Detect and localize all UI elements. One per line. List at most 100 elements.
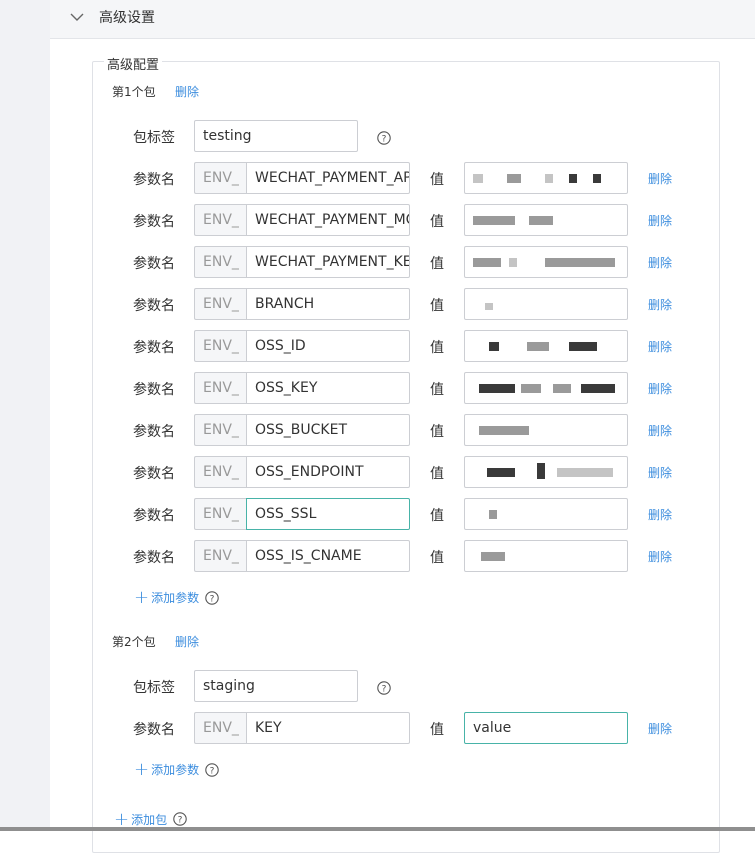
package-1-header: 第1个包 xyxy=(112,85,156,99)
redacted-block xyxy=(481,552,505,561)
param-name-label: 参数名 xyxy=(133,508,175,524)
param-delete-button[interactable]: 删除 xyxy=(648,506,672,523)
env-prefix-addon: ENV_ xyxy=(194,498,247,530)
redacted-block xyxy=(485,303,493,310)
param-name-input[interactable]: KEY xyxy=(246,712,410,744)
package-2-tag-label: 包标签 xyxy=(133,680,175,696)
redacted-block xyxy=(507,174,521,183)
param-value-input[interactable] xyxy=(464,330,628,362)
value-label: 值 xyxy=(430,508,444,524)
param-name-input[interactable]: OSS_ENDPOINT xyxy=(246,456,410,488)
param-delete-button[interactable]: 删除 xyxy=(648,170,672,187)
advanced-settings-header[interactable]: 高级设置 xyxy=(50,0,755,39)
add-param-label: 添加参数 xyxy=(151,763,200,777)
param-value-input[interactable] xyxy=(464,372,628,404)
param-name-input[interactable]: OSS_ID xyxy=(246,330,410,362)
package-1-tag-label: 包标签 xyxy=(133,130,175,146)
env-prefix-addon: ENV_ xyxy=(194,372,247,404)
package-1-delete-button[interactable]: 删除 xyxy=(175,83,199,100)
param-name-label: 参数名 xyxy=(133,256,175,272)
add-package-button[interactable]: + 添加包 xyxy=(114,808,168,830)
panel-title: 高级设置 xyxy=(99,10,155,26)
add-param-label: 添加参数 xyxy=(151,591,200,605)
param-name-label: 参数名 xyxy=(133,550,175,566)
param-name-input[interactable]: WECHAT_PAYMENT_KEY xyxy=(246,246,410,278)
chevron-down-icon[interactable] xyxy=(70,10,84,24)
param-value-input[interactable] xyxy=(464,498,628,530)
param-value-input[interactable] xyxy=(464,540,628,572)
param-value-input[interactable]: value xyxy=(464,712,628,744)
redacted-block xyxy=(489,342,499,351)
env-prefix-addon: ENV_ xyxy=(194,456,247,488)
param-name-input[interactable]: WECHAT_PAYMENT_APP_ID xyxy=(246,162,410,194)
value-label: 值 xyxy=(430,172,444,188)
param-value-input[interactable] xyxy=(464,246,628,278)
redacted-block xyxy=(489,510,497,519)
param-name-input[interactable]: OSS_SSL xyxy=(246,498,410,530)
param-delete-button[interactable]: 删除 xyxy=(648,254,672,271)
param-delete-button[interactable]: 删除 xyxy=(648,720,672,737)
add-param-button[interactable]: + 添加参数 xyxy=(134,760,200,778)
help-icon[interactable]: ? xyxy=(205,763,219,777)
value-label: 值 xyxy=(430,722,444,738)
help-icon[interactable]: ? xyxy=(377,131,391,145)
param-name-label: 参数名 xyxy=(133,214,175,230)
add-param-button[interactable]: + 添加参数 xyxy=(134,586,200,608)
param-value-input[interactable] xyxy=(464,288,628,320)
package-1-tag-input[interactable]: testing xyxy=(194,120,358,152)
param-name-label: 参数名 xyxy=(133,172,175,188)
package-2-tag-input[interactable]: staging xyxy=(194,670,358,702)
redacted-block xyxy=(473,216,515,225)
env-prefix-addon: ENV_ xyxy=(194,204,247,236)
package-2-delete-button[interactable]: 删除 xyxy=(175,633,199,650)
param-delete-button[interactable]: 删除 xyxy=(648,338,672,355)
env-prefix-addon: ENV_ xyxy=(194,414,247,446)
value-label: 值 xyxy=(430,466,444,482)
value-label: 值 xyxy=(430,424,444,440)
param-delete-button[interactable]: 删除 xyxy=(648,548,672,565)
svg-text:?: ? xyxy=(210,594,215,604)
param-value-input[interactable] xyxy=(464,456,628,488)
window-bottom-edge xyxy=(0,827,755,831)
env-prefix-addon: ENV_ xyxy=(194,246,247,278)
add-package-label: 添加包 xyxy=(131,813,168,827)
param-name-input[interactable]: WECHAT_PAYMENT_MCH_ID xyxy=(246,204,410,236)
param-delete-button[interactable]: 删除 xyxy=(648,380,672,397)
param-name-label: 参数名 xyxy=(133,340,175,356)
env-prefix-addon: ENV_ xyxy=(194,712,247,744)
value-label: 值 xyxy=(430,298,444,314)
plus-icon: + xyxy=(134,586,150,608)
env-prefix-addon: ENV_ xyxy=(194,162,247,194)
redacted-block xyxy=(557,468,613,477)
param-delete-button[interactable]: 删除 xyxy=(648,212,672,229)
param-name-label: 参数名 xyxy=(133,298,175,314)
param-value-input[interactable] xyxy=(464,414,628,446)
redacted-block xyxy=(593,174,601,183)
param-name-input[interactable]: OSS_KEY xyxy=(246,372,410,404)
param-value-input[interactable] xyxy=(464,162,628,194)
param-name-input[interactable]: OSS_IS_CNAME xyxy=(246,540,410,572)
param-name-label: 参数名 xyxy=(133,466,175,482)
help-icon[interactable]: ? xyxy=(205,591,219,605)
env-prefix-addon: ENV_ xyxy=(194,330,247,362)
param-name-input[interactable]: BRANCH xyxy=(246,288,410,320)
plus-icon: + xyxy=(114,808,130,830)
svg-text:?: ? xyxy=(382,684,387,694)
env-prefix-addon: ENV_ xyxy=(194,540,247,572)
redacted-block xyxy=(509,258,517,267)
value-label: 值 xyxy=(430,382,444,398)
help-icon[interactable]: ? xyxy=(377,681,391,695)
param-delete-button[interactable]: 删除 xyxy=(648,422,672,439)
param-value-input[interactable] xyxy=(464,204,628,236)
param-name-label: 参数名 xyxy=(133,424,175,440)
svg-text:?: ? xyxy=(382,134,387,144)
param-delete-button[interactable]: 删除 xyxy=(648,296,672,313)
param-delete-button[interactable]: 删除 xyxy=(648,464,672,481)
param-name-input[interactable]: OSS_BUCKET xyxy=(246,414,410,446)
redacted-block xyxy=(479,384,515,393)
redacted-block xyxy=(569,174,577,183)
redacted-block xyxy=(545,258,615,267)
redacted-block xyxy=(569,342,597,351)
help-icon[interactable]: ? xyxy=(173,812,187,826)
value-label: 值 xyxy=(430,550,444,566)
